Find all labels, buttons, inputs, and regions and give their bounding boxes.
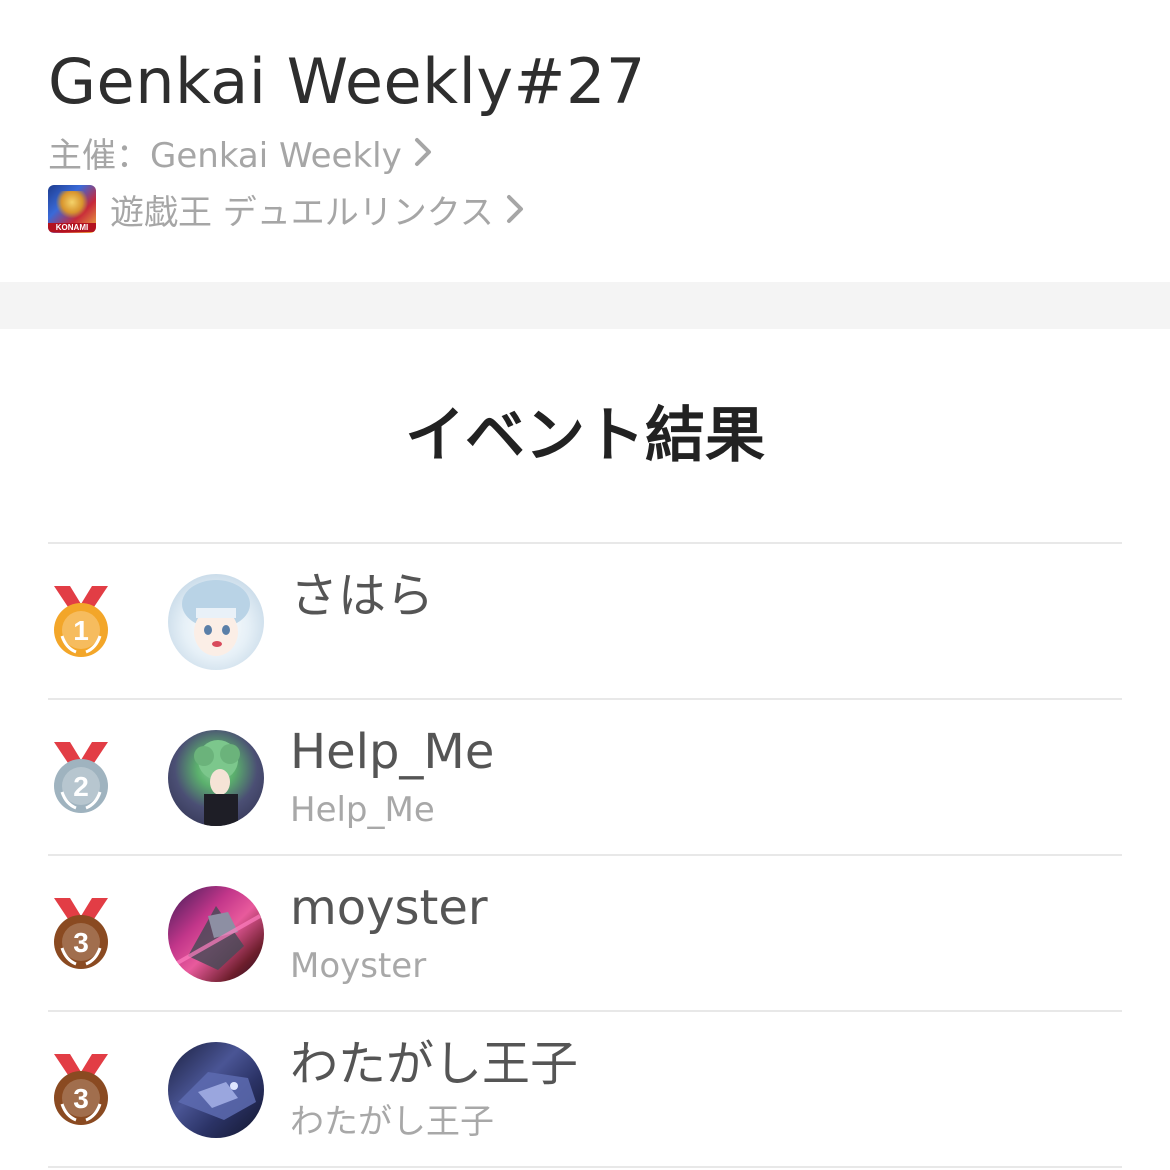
organizer-label: 主催：Genkai Weekly — [48, 135, 402, 176]
result-row[interactable]: 3 moyster Moyster — [48, 854, 1122, 1010]
game-title: 遊戯王 デュエルリンクス — [110, 192, 494, 233]
gold-medal-icon: 1 — [54, 586, 108, 657]
player-subname: Help_Me — [290, 790, 435, 830]
organizer-link[interactable]: 主催：Genkai Weekly — [48, 127, 432, 177]
results-heading: イベント結果 — [405, 401, 765, 471]
player-name: moyster — [290, 880, 488, 936]
silver-medal-icon: 2 — [54, 742, 108, 813]
game-link[interactable]: KONAMI 遊戯王 デュエルリンクス — [48, 184, 524, 234]
bronze-medal-icon: 3 — [54, 898, 108, 969]
medal-rank: 1 — [73, 615, 89, 646]
bronze-medal-icon: 3 — [54, 1054, 108, 1125]
player-name: Help_Me — [290, 724, 495, 780]
event-header: Genkai Weekly#27 主催：Genkai Weekly KONAMI… — [0, 0, 1170, 282]
green-hair-character-avatar[interactable] — [168, 730, 264, 826]
result-row[interactable]: 1 さはら — [48, 542, 1122, 698]
section-divider — [0, 282, 1170, 329]
robot-artwork-avatar[interactable] — [168, 886, 264, 982]
result-row[interactable]: 3 わたがし王子 わたがし王子 — [48, 1010, 1122, 1168]
result-row[interactable]: 2 Help_Me Help_Me — [48, 698, 1122, 854]
player-name: わたがし王子 — [290, 1036, 579, 1092]
chevron-right-icon — [506, 195, 523, 223]
game-icon-brand: KONAMI — [48, 223, 96, 232]
player-subname: Moyster — [290, 946, 427, 986]
player-name: さはら — [290, 568, 435, 624]
medal-rank: 3 — [73, 927, 89, 958]
medal-rank: 3 — [73, 1083, 89, 1114]
results-list: 1 さはら 2 Help_Me Help_Me 3 moyster Moyste… — [48, 542, 1122, 1168]
mecha-dragon-avatar[interactable] — [168, 1042, 264, 1138]
player-subname: わたがし王子 — [290, 1102, 494, 1142]
chevron-right-icon — [414, 138, 431, 166]
game-app-icon: KONAMI — [48, 185, 96, 233]
medal-rank: 2 — [73, 771, 89, 802]
anime-girl-avatar[interactable] — [168, 574, 264, 670]
event-title: Genkai Weekly#27 — [48, 45, 646, 118]
